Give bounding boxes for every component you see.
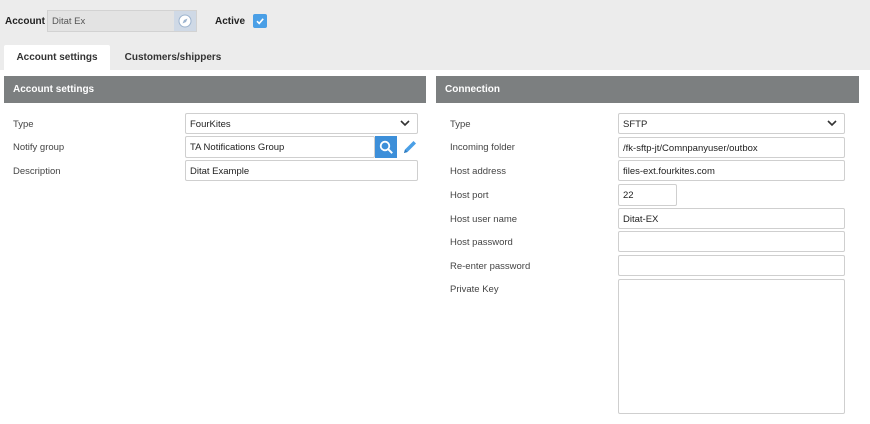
search-icon (379, 140, 393, 154)
pencil-icon[interactable] (401, 138, 419, 156)
private-key-label: Private Key (450, 284, 499, 295)
compass-icon (178, 14, 192, 28)
active-label: Active (215, 16, 246, 27)
host-port-value: 22 (623, 190, 634, 201)
account-label: Account (5, 16, 45, 27)
connection-header: Connection (436, 76, 859, 103)
host-address-label: Host address (450, 166, 506, 177)
connection-type-select[interactable]: SFTP (618, 113, 845, 134)
host-password-field[interactable] (618, 231, 845, 252)
active-checkbox[interactable] (253, 14, 267, 28)
tab-label: Account settings (16, 52, 98, 63)
description-label: Description (13, 166, 61, 177)
account-type-select[interactable]: FourKites (185, 113, 418, 134)
account-type-value: FourKites (190, 119, 231, 130)
type-label: Type (13, 119, 34, 130)
account-value: Ditat Ex (52, 16, 86, 27)
host-user-field[interactable]: Ditat-EX (618, 208, 845, 229)
connection-type-value: SFTP (623, 119, 648, 130)
private-key-textarea[interactable] (618, 279, 845, 414)
host-port-field[interactable]: 22 (618, 184, 677, 206)
tab-account-settings[interactable]: Account settings (4, 45, 110, 70)
host-user-value: Ditat-EX (623, 214, 659, 225)
notify-group-search-button[interactable] (375, 136, 397, 158)
host-port-label: Host port (450, 190, 489, 201)
incoming-folder-value: /fk-sftp-jt/Comnpanyuser/outbox (623, 143, 758, 154)
reenter-password-label: Re-enter password (450, 261, 531, 272)
account-field[interactable]: Ditat Ex (47, 10, 197, 32)
host-address-field[interactable]: files-ext.fourkites.com (618, 160, 845, 181)
host-password-label: Host password (450, 237, 513, 248)
checkmark-icon (256, 18, 264, 25)
account-lookup-button[interactable] (174, 11, 196, 31)
incoming-folder-label: Incoming folder (450, 142, 515, 153)
account-settings-title: Account settings (13, 84, 95, 95)
host-address-value: files-ext.fourkites.com (623, 166, 715, 177)
chevron-down-icon (827, 120, 837, 127)
chevron-down-icon (400, 120, 410, 127)
notify-group-value: TA Notifications Group (190, 142, 285, 153)
incoming-folder-field[interactable]: /fk-sftp-jt/Comnpanyuser/outbox (618, 137, 845, 158)
notify-group-label: Notify group (13, 142, 65, 153)
host-user-label: Host user name (450, 214, 518, 225)
connection-type-label: Type (450, 119, 471, 130)
top-bar: Account Ditat Ex Active Account settings… (0, 0, 870, 70)
description-value: Ditat Example (190, 166, 250, 177)
notify-group-field[interactable]: TA Notifications Group (185, 136, 375, 158)
reenter-password-field[interactable] (618, 255, 845, 276)
tab-label: Customers/shippers (124, 52, 222, 63)
account-settings-header: Account settings (4, 76, 426, 103)
tab-customers-shippers[interactable]: Customers/shippers (112, 45, 234, 70)
description-field[interactable]: Ditat Example (185, 160, 418, 181)
connection-title: Connection (445, 84, 500, 95)
